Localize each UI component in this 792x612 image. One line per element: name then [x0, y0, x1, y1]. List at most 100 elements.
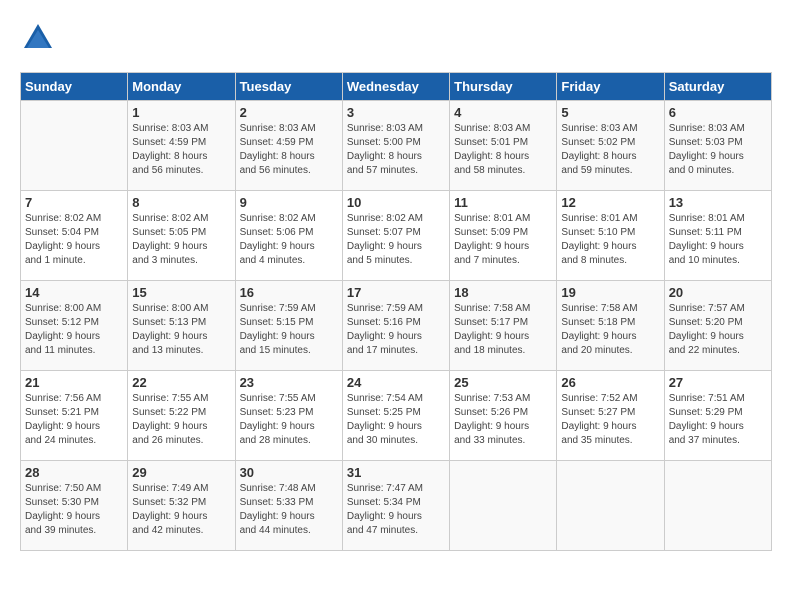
day-cell: 29 Sunrise: 7:49 AMSunset: 5:32 PMDayligh… — [128, 461, 235, 551]
day-cell — [450, 461, 557, 551]
day-cell: 30 Sunrise: 7:48 AMSunset: 5:33 PMDayligh… — [235, 461, 342, 551]
day-number: 26 — [561, 375, 659, 390]
day-number: 8 — [132, 195, 230, 210]
day-number: 14 — [25, 285, 123, 300]
logo-icon — [20, 20, 56, 56]
day-cell: 22Sunrise: 7:55 AMSunset: 5:22 PMDayligh… — [128, 371, 235, 461]
day-info: Sunrise: 8:03 AMSunset: 5:03 PMDaylight:… — [669, 122, 767, 178]
day-number: 30 — [240, 465, 338, 480]
day-cell: 1 Sunrise: 8:03 AMSunset: 4:59 PMDaylight… — [128, 101, 235, 191]
col-header-tuesday: Tuesday — [235, 73, 342, 101]
day-number: 24 — [347, 375, 445, 390]
day-info: Sunrise: 8:03 AMSunset: 5:02 PMDaylight:… — [561, 122, 659, 178]
day-number: 25 — [454, 375, 552, 390]
col-header-monday: Monday — [128, 73, 235, 101]
day-number: 23 — [240, 375, 338, 390]
day-cell: 27Sunrise: 7:51 AMSunset: 5:29 PMDayligh… — [664, 371, 771, 461]
day-cell: 3Sunrise: 8:03 AMSunset: 5:00 PMDaylight… — [342, 101, 449, 191]
day-number: 21 — [25, 375, 123, 390]
day-number: 6 — [669, 105, 767, 120]
day-info: Sunrise: 8:01 AMSunset: 5:11 PMDaylight:… — [669, 212, 767, 268]
day-number: 29 — [132, 465, 230, 480]
day-cell: 19 Sunrise: 7:58 AMSunset: 5:18 PMDayligh… — [557, 281, 664, 371]
day-info: Sunrise: 7:59 AMSunset: 5:15 PMDaylight:… — [240, 302, 338, 358]
day-cell — [21, 101, 128, 191]
day-cell: 14 Sunrise: 8:00 AMSunset: 5:12 PMDayligh… — [21, 281, 128, 371]
day-number: 7 — [25, 195, 123, 210]
col-header-thursday: Thursday — [450, 73, 557, 101]
day-info: Sunrise: 7:56 AMSunset: 5:21 PMDaylight:… — [25, 392, 123, 448]
day-cell: 10Sunrise: 8:02 AMSunset: 5:07 PMDayligh… — [342, 191, 449, 281]
day-info: Sunrise: 8:00 AMSunset: 5:12 PMDaylight:… — [25, 302, 123, 358]
day-cell: 7 Sunrise: 8:02 AMSunset: 5:04 PMDaylight… — [21, 191, 128, 281]
col-header-wednesday: Wednesday — [342, 73, 449, 101]
day-info: Sunrise: 7:57 AMSunset: 5:20 PMDaylight:… — [669, 302, 767, 358]
day-info: Sunrise: 8:02 AMSunset: 5:04 PMDaylight:… — [25, 212, 123, 268]
day-number: 17 — [347, 285, 445, 300]
day-cell: 26 Sunrise: 7:52 AMSunset: 5:27 PMDayligh… — [557, 371, 664, 461]
week-row-5: 28 Sunrise: 7:50 AMSunset: 5:30 PMDayligh… — [21, 461, 772, 551]
day-cell: 31 Sunrise: 7:47 AMSunset: 5:34 PMDayligh… — [342, 461, 449, 551]
day-info: Sunrise: 7:49 AMSunset: 5:32 PMDaylight:… — [132, 482, 230, 538]
day-cell: 11 Sunrise: 8:01 AMSunset: 5:09 PMDayligh… — [450, 191, 557, 281]
day-cell: 21 Sunrise: 7:56 AMSunset: 5:21 PMDayligh… — [21, 371, 128, 461]
day-info: Sunrise: 8:02 AMSunset: 5:07 PMDaylight:… — [347, 212, 445, 268]
day-number: 16 — [240, 285, 338, 300]
day-info: Sunrise: 7:59 AMSunset: 5:16 PMDaylight:… — [347, 302, 445, 358]
day-number: 22 — [132, 375, 230, 390]
day-number: 11 — [454, 195, 552, 210]
day-number: 13 — [669, 195, 767, 210]
day-number: 28 — [25, 465, 123, 480]
col-header-sunday: Sunday — [21, 73, 128, 101]
col-header-friday: Friday — [557, 73, 664, 101]
day-info: Sunrise: 8:02 AMSunset: 5:05 PMDaylight:… — [132, 212, 230, 268]
day-cell: 23 Sunrise: 7:55 AMSunset: 5:23 PMDayligh… — [235, 371, 342, 461]
day-cell: 16 Sunrise: 7:59 AMSunset: 5:15 PMDayligh… — [235, 281, 342, 371]
page-header — [20, 20, 772, 56]
day-info: Sunrise: 8:01 AMSunset: 5:09 PMDaylight:… — [454, 212, 552, 268]
day-cell: 8 Sunrise: 8:02 AMSunset: 5:05 PMDaylight… — [128, 191, 235, 281]
day-cell: 24 Sunrise: 7:54 AMSunset: 5:25 PMDayligh… — [342, 371, 449, 461]
calendar-table: SundayMondayTuesdayWednesdayThursdayFrid… — [20, 72, 772, 551]
day-cell: 28 Sunrise: 7:50 AMSunset: 5:30 PMDayligh… — [21, 461, 128, 551]
day-number: 18 — [454, 285, 552, 300]
day-cell: 18 Sunrise: 7:58 AMSunset: 5:17 PMDayligh… — [450, 281, 557, 371]
day-info: Sunrise: 8:03 AMSunset: 4:59 PMDaylight:… — [132, 122, 230, 178]
day-number: 9 — [240, 195, 338, 210]
day-number: 19 — [561, 285, 659, 300]
day-info: Sunrise: 7:58 AMSunset: 5:18 PMDaylight:… — [561, 302, 659, 358]
day-info: Sunrise: 8:03 AMSunset: 4:59 PMDaylight:… — [240, 122, 338, 178]
day-cell: 5Sunrise: 8:03 AMSunset: 5:02 PMDaylight… — [557, 101, 664, 191]
day-number: 1 — [132, 105, 230, 120]
day-info: Sunrise: 7:50 AMSunset: 5:30 PMDaylight:… — [25, 482, 123, 538]
day-cell: 2 Sunrise: 8:03 AMSunset: 4:59 PMDaylight… — [235, 101, 342, 191]
day-number: 4 — [454, 105, 552, 120]
day-cell: 25Sunrise: 7:53 AMSunset: 5:26 PMDayligh… — [450, 371, 557, 461]
day-info: Sunrise: 8:00 AMSunset: 5:13 PMDaylight:… — [132, 302, 230, 358]
day-cell: 12Sunrise: 8:01 AMSunset: 5:10 PMDayligh… — [557, 191, 664, 281]
day-number: 31 — [347, 465, 445, 480]
day-info: Sunrise: 7:58 AMSunset: 5:17 PMDaylight:… — [454, 302, 552, 358]
day-info: Sunrise: 8:01 AMSunset: 5:10 PMDaylight:… — [561, 212, 659, 268]
day-number: 15 — [132, 285, 230, 300]
day-info: Sunrise: 8:03 AMSunset: 5:01 PMDaylight:… — [454, 122, 552, 178]
day-info: Sunrise: 8:02 AMSunset: 5:06 PMDaylight:… — [240, 212, 338, 268]
day-info: Sunrise: 7:48 AMSunset: 5:33 PMDaylight:… — [240, 482, 338, 538]
day-info: Sunrise: 7:54 AMSunset: 5:25 PMDaylight:… — [347, 392, 445, 448]
day-info: Sunrise: 7:52 AMSunset: 5:27 PMDaylight:… — [561, 392, 659, 448]
day-info: Sunrise: 7:55 AMSunset: 5:23 PMDaylight:… — [240, 392, 338, 448]
week-row-4: 21 Sunrise: 7:56 AMSunset: 5:21 PMDayligh… — [21, 371, 772, 461]
day-cell: 20Sunrise: 7:57 AMSunset: 5:20 PMDayligh… — [664, 281, 771, 371]
logo — [20, 20, 60, 56]
day-cell — [557, 461, 664, 551]
day-info: Sunrise: 7:47 AMSunset: 5:34 PMDaylight:… — [347, 482, 445, 538]
week-row-1: 1 Sunrise: 8:03 AMSunset: 4:59 PMDaylight… — [21, 101, 772, 191]
header-row: SundayMondayTuesdayWednesdayThursdayFrid… — [21, 73, 772, 101]
day-cell: 17 Sunrise: 7:59 AMSunset: 5:16 PMDayligh… — [342, 281, 449, 371]
day-cell: 15 Sunrise: 8:00 AMSunset: 5:13 PMDayligh… — [128, 281, 235, 371]
day-cell: 6 Sunrise: 8:03 AMSunset: 5:03 PMDaylight… — [664, 101, 771, 191]
week-row-2: 7 Sunrise: 8:02 AMSunset: 5:04 PMDaylight… — [21, 191, 772, 281]
day-info: Sunrise: 7:51 AMSunset: 5:29 PMDaylight:… — [669, 392, 767, 448]
day-number: 2 — [240, 105, 338, 120]
day-cell: 13 Sunrise: 8:01 AMSunset: 5:11 PMDayligh… — [664, 191, 771, 281]
